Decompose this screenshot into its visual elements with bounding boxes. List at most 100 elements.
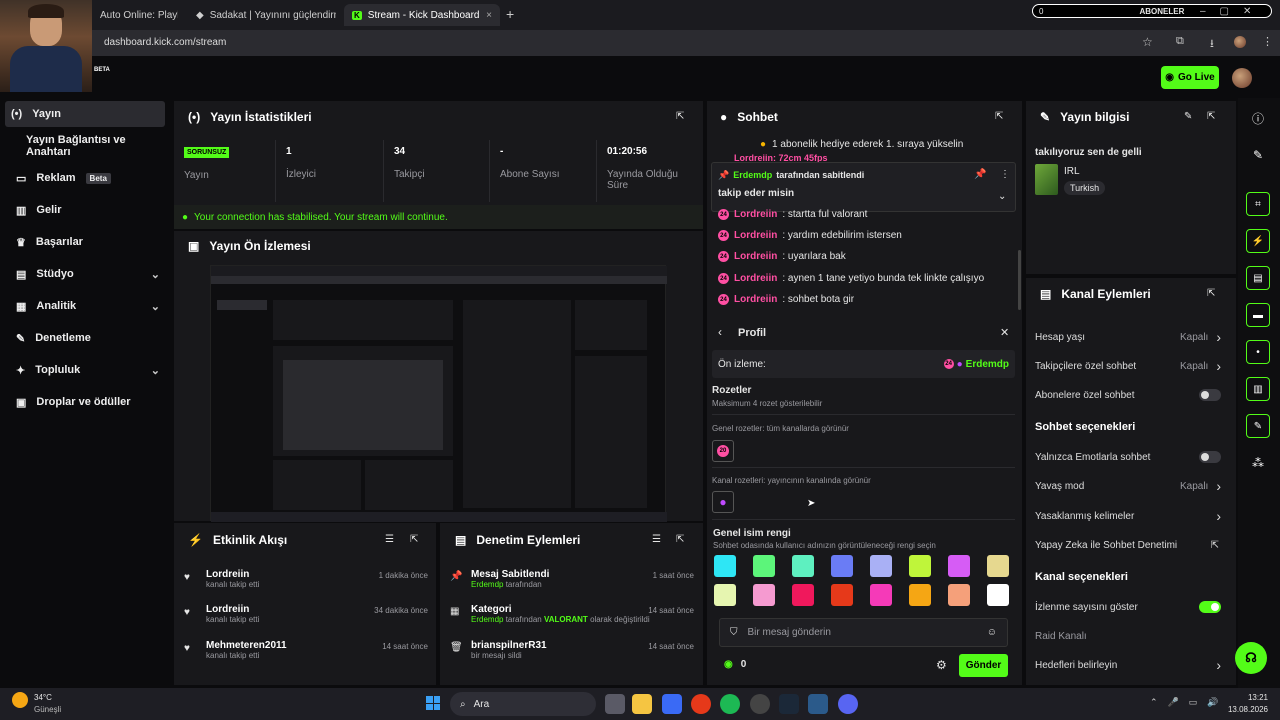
stream-tag[interactable]: Turkish (1064, 181, 1106, 195)
channel-setting-row[interactable]: Yalnızca Emotlarla sohbet (1035, 447, 1225, 467)
filter-icon[interactable]: ☰ (652, 534, 661, 545)
rail-button[interactable]: ⚡ (1240, 223, 1276, 259)
rail-button[interactable]: ⌗ (1240, 186, 1276, 222)
nav-item-gelir[interactable]: ▥ Gelir (10, 197, 160, 223)
channel-setting-row[interactable]: Yapay Zeka ile Sohbet Denetimi ⇱ (1035, 535, 1225, 555)
user-avatar[interactable] (1232, 68, 1252, 88)
chat-username[interactable]: Lordreiin (734, 230, 777, 241)
nav-item-studyo[interactable]: ▤ Stüdyo ⌄ (10, 261, 160, 287)
more-icon[interactable]: ⋮ (1000, 169, 1010, 180)
menu-icon[interactable]: ⋮ (1262, 35, 1273, 48)
channel-setting-row[interactable]: Yasaklanmış kelimeler › (1035, 506, 1225, 526)
nav-item-denetleme[interactable]: ✎ Denetleme (10, 325, 160, 351)
color-swatch[interactable] (714, 555, 736, 577)
color-swatch[interactable] (987, 584, 1009, 606)
popout-icon[interactable]: ⇱ (410, 534, 418, 545)
bookmark-icon[interactable]: ☆ (1142, 35, 1153, 49)
send-button[interactable]: Gönder (959, 654, 1008, 677)
color-swatch[interactable] (714, 584, 736, 606)
color-swatch[interactable] (948, 555, 970, 577)
emoji-icon[interactable]: ☺ (987, 627, 997, 638)
task-view-icon[interactable] (605, 694, 625, 714)
channel-points[interactable]: ◉ 0 (724, 659, 746, 670)
unpin-icon[interactable]: 📌 (974, 169, 986, 180)
rail-button[interactable]: ▤ (1240, 260, 1276, 296)
color-swatch[interactable] (909, 584, 931, 606)
discord-icon[interactable] (838, 694, 858, 714)
toggle-switch[interactable] (1199, 601, 1221, 613)
chat-username[interactable]: Lordreiin (734, 273, 777, 284)
chat-username[interactable]: Lordreiin (734, 294, 777, 305)
popout-icon[interactable]: ⇱ (1207, 288, 1215, 299)
obs-icon[interactable] (750, 694, 770, 714)
chat-scrollbar[interactable] (1018, 250, 1021, 310)
chat-username[interactable]: Lordreiin (734, 251, 777, 262)
stream-category[interactable]: IRL (1064, 166, 1080, 177)
spotify-icon[interactable] (720, 694, 740, 714)
global-badge-slot[interactable]: 20 (712, 440, 734, 462)
color-swatch[interactable] (753, 584, 775, 606)
browser-tab[interactable]: Auto Online: Playli× (92, 4, 178, 26)
settings-gear-icon[interactable]: ⚙ (936, 658, 947, 672)
weather-desc[interactable]: Güneşli (34, 705, 61, 714)
channel-setting-row[interactable]: Raid Kanalı (1035, 626, 1225, 646)
color-swatch[interactable] (831, 584, 853, 606)
toggle-switch[interactable] (1199, 389, 1221, 401)
download-icon[interactable]: ⭳ (1210, 35, 1214, 54)
category-thumbnail[interactable] (1035, 164, 1058, 195)
rail-button[interactable]: ✎ (1240, 408, 1276, 444)
pinned-message[interactable]: 📌 Erdemdp tarafından sabitlendi takip eder… (711, 162, 1016, 212)
color-swatch[interactable] (909, 555, 931, 577)
steam-icon[interactable] (779, 694, 799, 714)
weather-temp[interactable]: 34°C (34, 693, 52, 702)
rail-button[interactable]: ▬ (1240, 297, 1276, 333)
back-arrow-icon[interactable]: ‹ (718, 325, 722, 339)
more-dots-icon[interactable]: ⁂ (1240, 445, 1276, 481)
popout-icon[interactable]: ⇱ (676, 111, 684, 122)
chevron-down-icon[interactable]: ⌄ (998, 191, 1006, 202)
chat-input[interactable]: ⛉ Bir mesaj gönderin ☺ (719, 618, 1008, 647)
extensions-icon[interactable]: ⧉ (1176, 35, 1184, 48)
new-tab-icon[interactable]: + (506, 6, 514, 22)
nav-item-analitik[interactable]: ▦ Analitik ⌄ (10, 293, 160, 319)
nav-item-reklam[interactable]: ▭ Reklam Beta (10, 165, 160, 191)
profile-avatar[interactable] (1234, 36, 1246, 48)
color-swatch[interactable] (870, 584, 892, 606)
channel-setting-row[interactable]: Hedefleri belirleyin › (1035, 655, 1225, 675)
edit-pencil-icon[interactable]: ✎ (1184, 111, 1192, 122)
channel-setting-row[interactable]: Yavaş mod Kapalı › (1035, 476, 1225, 496)
nav-item-basarilar[interactable]: ♛ Başarılar (10, 229, 160, 255)
rail-button[interactable]: ▥ (1240, 371, 1276, 407)
color-swatch[interactable] (831, 555, 853, 577)
close-icon[interactable]: ✕ (1000, 326, 1009, 339)
channel-setting-row[interactable]: İzlenme sayısını göster (1035, 597, 1225, 617)
popout-icon[interactable]: ⇱ (676, 534, 684, 545)
browser-tab-active[interactable]: K Stream - Kick Dashboard × (344, 4, 500, 26)
close-icon[interactable]: × (486, 10, 492, 21)
chat-username[interactable]: Lordreiin (734, 209, 777, 220)
channel-badge-slot[interactable]: ● (712, 491, 734, 513)
nav-item-stream-key[interactable]: Yayın Bağlantısı ve Anahtarı (10, 133, 172, 159)
color-swatch[interactable] (792, 555, 814, 577)
color-swatch[interactable] (987, 555, 1009, 577)
system-tray-icons[interactable]: ⌃🎤▭🔊 (1150, 697, 1228, 708)
popout-icon[interactable]: ⇱ (1207, 111, 1215, 122)
rail-button[interactable]: • (1240, 334, 1276, 370)
window-controls[interactable]: –▢✕ (1200, 6, 1265, 17)
chrome-icon[interactable] (691, 694, 711, 714)
channel-setting-row[interactable]: Hesap yaşı Kapalı › (1035, 327, 1225, 347)
color-swatch[interactable] (753, 555, 775, 577)
channel-setting-row[interactable]: Abonelere özel sohbet (1035, 385, 1225, 405)
help-headset-icon[interactable]: ☊ (1235, 642, 1267, 674)
gift-banner[interactable]: ● 1 abonelik hediye ederek 1. sıraya yüks… (760, 139, 963, 150)
toggle-switch[interactable] (1199, 451, 1221, 463)
color-swatch[interactable] (948, 584, 970, 606)
clock-date[interactable]: 13.08.2026 (1222, 705, 1268, 714)
nav-item-yayin[interactable]: (•) Yayın (5, 101, 165, 127)
nav-item-topluluk[interactable]: ✦ Topluluk ⌄ (10, 357, 160, 383)
color-swatch[interactable] (792, 584, 814, 606)
taskbar-search[interactable]: ⌕ Ara (450, 692, 596, 716)
url-field[interactable]: dashboard.kick.com/stream (104, 37, 226, 48)
clock-time[interactable]: 13:21 (1242, 693, 1268, 702)
go-live-button[interactable]: ◉ Go Live (1161, 66, 1219, 89)
